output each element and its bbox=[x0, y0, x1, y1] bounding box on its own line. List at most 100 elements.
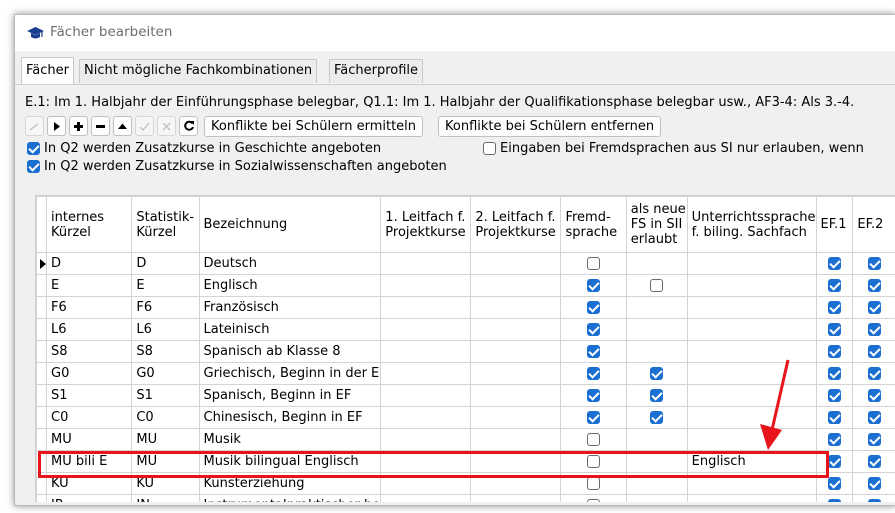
header-leitfach-2[interactable]: 2. Leitfach f. Projektkurse bbox=[470, 196, 562, 253]
checkbox-ef2[interactable] bbox=[868, 323, 882, 336]
confirm-icon[interactable] bbox=[135, 116, 154, 136]
cell-ef1[interactable] bbox=[815, 450, 854, 473]
checkbox-neue-fs[interactable] bbox=[650, 367, 664, 380]
cell-leitfach-2[interactable] bbox=[470, 362, 562, 385]
checkbox-fremdsprache[interactable] bbox=[587, 411, 601, 424]
cell-ef2[interactable] bbox=[852, 296, 895, 319]
cell-ef2[interactable] bbox=[852, 252, 895, 275]
cell-neue-fs[interactable] bbox=[625, 274, 688, 297]
table-row[interactable]: C0 C0 Chinesisch, Beginn in EF bbox=[36, 406, 895, 429]
cell-ef1[interactable] bbox=[815, 296, 854, 319]
checkbox-fremdsprache[interactable] bbox=[587, 389, 601, 402]
cell-leitfach-2[interactable] bbox=[470, 428, 562, 451]
table-row[interactable]: F6 F6 Französisch bbox=[36, 296, 895, 319]
cell-unterrichtssprache[interactable] bbox=[686, 252, 817, 275]
remove-conflicts-button[interactable]: Konflikte bei Schülern entfernen bbox=[438, 116, 662, 137]
checkbox-fremdsprache[interactable] bbox=[587, 323, 601, 336]
cell-kuerzel[interactable]: D bbox=[45, 252, 133, 275]
cell-leitfach-2[interactable] bbox=[470, 340, 562, 363]
cell-bezeichnung[interactable]: Deutsch bbox=[198, 252, 382, 275]
checkbox-fremdsprachen-si[interactable] bbox=[483, 142, 496, 155]
cell-kuerzel[interactable]: KU bbox=[45, 472, 133, 495]
checkbox-ef2[interactable] bbox=[868, 499, 882, 502]
checkbox-ef2[interactable] bbox=[868, 433, 882, 446]
header-neue-fs[interactable]: als neue FS in SII erlaubt bbox=[625, 196, 688, 253]
cell-leitfach-1[interactable] bbox=[380, 450, 472, 473]
cell-ef1[interactable] bbox=[815, 274, 854, 297]
checkbox-ef1[interactable] bbox=[827, 301, 841, 314]
checkbox-ef1[interactable] bbox=[827, 389, 841, 402]
cell-neue-fs[interactable] bbox=[625, 362, 688, 385]
checkbox-fremdsprache[interactable] bbox=[587, 499, 601, 502]
checkbox-ef2[interactable] bbox=[868, 345, 882, 358]
cell-fremdsprache[interactable] bbox=[560, 252, 627, 275]
cell-neue-fs[interactable] bbox=[625, 252, 688, 275]
checkbox-fremdsprache[interactable] bbox=[587, 301, 601, 314]
cell-leitfach-2[interactable] bbox=[470, 450, 562, 473]
header-ef1[interactable]: EF.1 bbox=[815, 196, 854, 253]
cell-unterrichtssprache[interactable] bbox=[686, 472, 817, 495]
cell-statistik[interactable]: D bbox=[131, 252, 200, 275]
cell-ef2[interactable] bbox=[852, 340, 895, 363]
cell-ef2[interactable] bbox=[852, 406, 895, 429]
cell-statistik[interactable]: G0 bbox=[131, 362, 200, 385]
table-row[interactable]: E E Englisch bbox=[36, 274, 895, 297]
checkbox-neue-fs[interactable] bbox=[650, 411, 664, 424]
cell-leitfach-1[interactable] bbox=[380, 472, 472, 495]
cell-kuerzel[interactable]: S8 bbox=[45, 340, 133, 363]
checkbox-fremdsprache[interactable] bbox=[587, 455, 601, 468]
header-unterrichtssprache[interactable]: Unterrichtssprache f. biling. Sachfach bbox=[686, 196, 817, 253]
cell-bezeichnung[interactable]: Musik bilingual Englisch bbox=[198, 450, 382, 473]
tab-faecherprofile[interactable]: Fächerprofile bbox=[329, 59, 424, 83]
cell-leitfach-1[interactable] bbox=[380, 296, 472, 319]
cell-neue-fs[interactable] bbox=[625, 450, 688, 473]
cell-ef2[interactable] bbox=[852, 494, 895, 502]
cell-fremdsprache[interactable] bbox=[560, 274, 627, 297]
remove-icon[interactable] bbox=[91, 116, 110, 136]
table-row[interactable]: MU bili E MU Musik bilingual Englisch Engli… bbox=[36, 450, 895, 473]
checkbox-ef1[interactable] bbox=[827, 477, 841, 490]
cell-statistik[interactable]: C0 bbox=[131, 406, 200, 429]
checkbox-ef1[interactable] bbox=[827, 455, 841, 468]
cell-bezeichnung[interactable]: Kunsterziehung bbox=[198, 472, 382, 495]
cell-bezeichnung[interactable]: Lateinisch bbox=[198, 318, 382, 341]
checkbox-ef2[interactable] bbox=[868, 279, 882, 292]
table-row[interactable]: D D Deutsch bbox=[36, 252, 895, 275]
cell-ef1[interactable] bbox=[815, 340, 854, 363]
header-leitfach-1[interactable]: 1. Leitfach f. Projektkurse bbox=[380, 196, 472, 253]
cell-leitfach-1[interactable] bbox=[380, 384, 472, 407]
checkbox-q2-sowi[interactable] bbox=[27, 160, 40, 173]
find-conflicts-button[interactable]: Konflikte bei Schülern ermitteln bbox=[204, 116, 424, 137]
cell-ef2[interactable] bbox=[852, 472, 895, 495]
cell-kuerzel[interactable]: G0 bbox=[45, 362, 133, 385]
table-row[interactable]: IPINInstrumentalpraktischer be bbox=[36, 494, 895, 502]
cell-kuerzel[interactable]: F6 bbox=[45, 296, 133, 319]
cell-fremdsprache[interactable] bbox=[560, 362, 627, 385]
cell-kuerzel[interactable]: L6 bbox=[45, 318, 133, 341]
cell-bezeichnung[interactable]: Spanisch, Beginn in EF bbox=[198, 384, 382, 407]
cell-fremdsprache[interactable] bbox=[560, 450, 627, 473]
cell-unterrichtssprache[interactable] bbox=[686, 340, 817, 363]
cell-kuerzel[interactable]: E bbox=[45, 274, 133, 297]
cell-leitfach-2[interactable] bbox=[470, 318, 562, 341]
checkbox-fremdsprache[interactable] bbox=[587, 367, 601, 380]
cell-ef2[interactable] bbox=[852, 318, 895, 341]
cell-leitfach-2[interactable] bbox=[470, 472, 562, 495]
cell-unterrichtssprache[interactable] bbox=[686, 406, 817, 429]
cell-unterrichtssprache[interactable] bbox=[686, 384, 817, 407]
cell-leitfach-2[interactable] bbox=[470, 296, 562, 319]
cell-neue-fs[interactable] bbox=[625, 318, 688, 341]
checkbox-neue-fs[interactable] bbox=[650, 279, 664, 292]
cell-neue-fs[interactable] bbox=[625, 494, 688, 502]
cell-leitfach-1[interactable] bbox=[380, 362, 472, 385]
cell-unterrichtssprache[interactable] bbox=[686, 274, 817, 297]
cell-ef2[interactable] bbox=[852, 274, 895, 297]
cell-ef1[interactable] bbox=[815, 252, 854, 275]
checkbox-ef2[interactable] bbox=[868, 367, 882, 380]
cell-ef1[interactable] bbox=[815, 362, 854, 385]
table-row[interactable]: L6 L6 Lateinisch bbox=[36, 318, 895, 341]
cell-statistik[interactable]: L6 bbox=[131, 318, 200, 341]
cell-statistik[interactable]: IN bbox=[131, 494, 200, 502]
checkbox-ef1[interactable] bbox=[827, 411, 841, 424]
checkbox-ef2[interactable] bbox=[868, 389, 882, 402]
